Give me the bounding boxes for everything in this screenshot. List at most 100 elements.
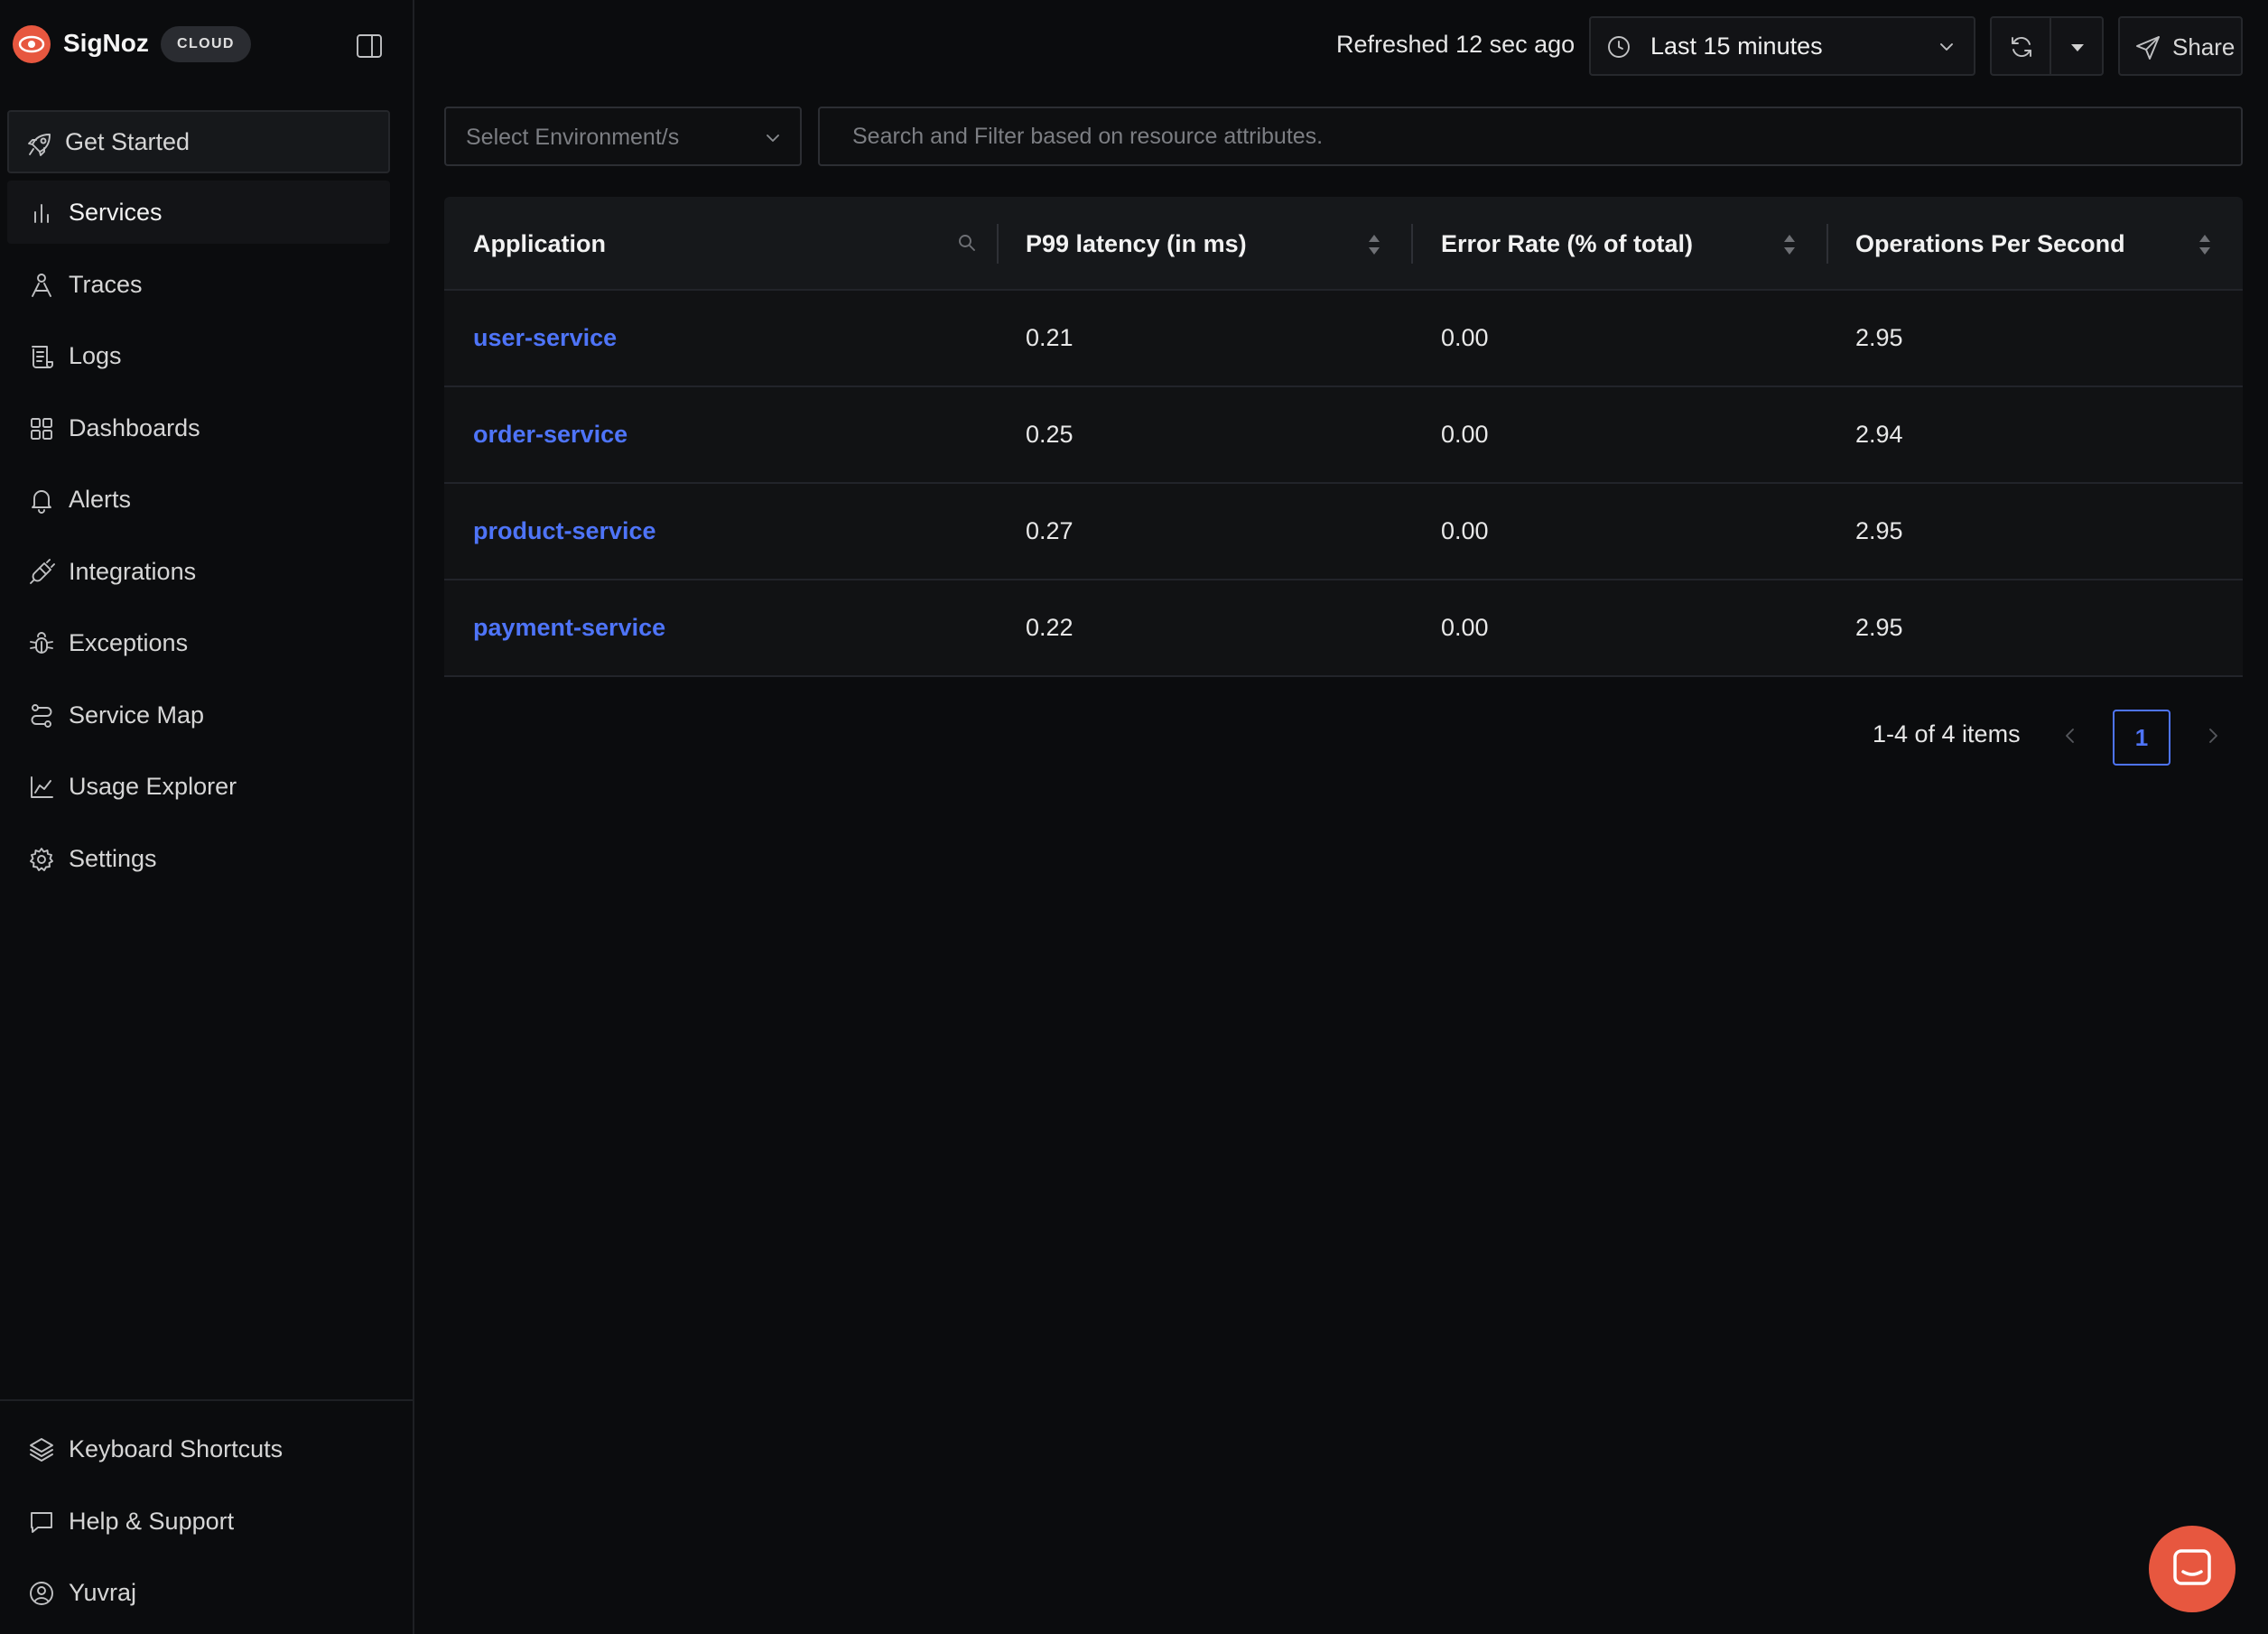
sidebar-item-label: Services — [69, 198, 163, 226]
sidebar-collapse-icon[interactable] — [354, 31, 385, 61]
plug-icon — [27, 558, 56, 587]
dashboard-grid-icon — [27, 414, 56, 443]
service-link[interactable]: order-service — [473, 387, 627, 482]
traces-icon — [27, 271, 56, 300]
p99-latency-cell: 0.22 — [1026, 614, 1074, 641]
refresh-interval-dropdown[interactable] — [2050, 16, 2104, 76]
sidebar-item-label: Help & Support — [69, 1507, 235, 1535]
sidebar-item-alerts[interactable]: Alerts — [7, 468, 390, 531]
error-rate-cell: 0.00 — [1441, 421, 1489, 448]
table-row: order-service 0.25 0.00 2.94 — [444, 387, 2243, 484]
logs-icon — [27, 342, 56, 371]
sidebar-item-label: Logs — [69, 341, 122, 369]
sidebar-item-label: Dashboards — [69, 413, 200, 441]
bug-icon — [27, 629, 56, 658]
brand-name: SigNoz — [63, 29, 149, 57]
sidebar-item-settings[interactable]: Settings — [7, 827, 390, 890]
column-header-application[interactable]: Application — [473, 197, 606, 291]
sidebar-item-services[interactable]: Services — [7, 181, 390, 244]
sidebar-item-help-support[interactable]: Help & Support — [7, 1490, 390, 1553]
area-chart-icon — [27, 773, 56, 802]
chevron-down-icon — [762, 127, 784, 149]
chevron-left-icon[interactable] — [2059, 722, 2082, 749]
refresh-button[interactable] — [1990, 16, 2051, 76]
sidebar-item-traces[interactable]: Traces — [7, 253, 390, 316]
sidebar-item-label: Service Map — [69, 701, 205, 729]
ops-cell: 2.95 — [1855, 517, 1903, 544]
search-icon[interactable] — [957, 233, 977, 253]
ops-cell: 2.94 — [1855, 421, 1903, 448]
sidebar: SigNoz CLOUD Get Started Services Traces… — [0, 0, 414, 1634]
chevron-right-icon[interactable] — [2201, 722, 2225, 749]
column-header-p99-latency[interactable]: P99 latency (in ms) — [1026, 197, 1247, 291]
environment-select[interactable]: Select Environment/s — [444, 107, 802, 166]
layers-icon — [27, 1435, 56, 1464]
sidebar-item-usage-explorer[interactable]: Usage Explorer — [7, 755, 390, 818]
signoz-logo-icon[interactable] — [13, 25, 51, 63]
user-circle-icon — [27, 1579, 56, 1608]
sidebar-item-label: Settings — [69, 844, 157, 872]
message-icon — [27, 1508, 56, 1537]
column-separator — [1411, 224, 1413, 264]
rocket-icon — [25, 130, 54, 159]
sort-icon[interactable] — [1782, 233, 1797, 256]
service-link[interactable]: product-service — [473, 484, 656, 579]
p99-latency-cell: 0.27 — [1026, 517, 1074, 544]
column-separator — [1826, 224, 1828, 264]
sort-icon[interactable] — [1367, 233, 1381, 256]
sidebar-item-label: Integrations — [69, 557, 197, 585]
plan-badge: CLOUD — [161, 26, 251, 62]
service-link[interactable]: user-service — [473, 291, 617, 385]
column-label: Application — [473, 229, 606, 257]
resource-search-input[interactable] — [818, 107, 2243, 166]
share-button[interactable]: Share — [2118, 16, 2243, 76]
services-table: Application P99 latency (in ms) Error Ra… — [444, 197, 2243, 677]
sidebar-item-service-map[interactable]: Service Map — [7, 683, 390, 747]
sidebar-item-label: Keyboard Shortcuts — [69, 1434, 284, 1462]
table-row: product-service 0.27 0.00 2.95 — [444, 484, 2243, 580]
sidebar-item-label: Get Started — [65, 127, 191, 155]
ops-cell: 2.95 — [1855, 614, 1903, 641]
p99-latency-cell: 0.25 — [1026, 421, 1074, 448]
pagination-summary: 1-4 of 4 items — [1873, 720, 2021, 747]
bell-icon — [27, 486, 56, 515]
sort-icon[interactable] — [2198, 233, 2212, 256]
sidebar-divider — [0, 1399, 414, 1401]
p99-latency-cell: 0.21 — [1026, 324, 1074, 351]
time-range-value: Last 15 minutes — [1650, 32, 1823, 60]
route-icon — [27, 701, 56, 730]
gear-icon — [27, 845, 56, 874]
chat-launcher-button[interactable] — [2149, 1526, 2235, 1612]
sidebar-item-keyboard-shortcuts[interactable]: Keyboard Shortcuts — [7, 1417, 390, 1481]
error-rate-cell: 0.00 — [1441, 324, 1489, 351]
error-rate-cell: 0.00 — [1441, 517, 1489, 544]
sidebar-item-user[interactable]: Yuvraj — [7, 1561, 390, 1624]
sidebar-item-get-started[interactable]: Get Started — [7, 110, 390, 173]
column-label: Operations Per Second — [1855, 229, 2125, 257]
error-rate-cell: 0.00 — [1441, 614, 1489, 641]
time-range-select[interactable]: Last 15 minutes — [1589, 16, 1975, 76]
column-header-operations-per-second[interactable]: Operations Per Second — [1855, 197, 2125, 291]
sidebar-item-integrations[interactable]: Integrations — [7, 540, 390, 603]
bar-chart-icon — [27, 199, 56, 227]
table-row: payment-service 0.22 0.00 2.95 — [444, 580, 2243, 677]
table-row: user-service 0.21 0.00 2.95 — [444, 291, 2243, 387]
environment-placeholder: Select Environment/s — [466, 125, 680, 150]
service-link[interactable]: payment-service — [473, 580, 665, 675]
column-label: P99 latency (in ms) — [1026, 229, 1247, 257]
sidebar-item-label: Yuvraj — [69, 1578, 137, 1606]
sidebar-item-label: Usage Explorer — [69, 772, 237, 800]
sidebar-item-dashboards[interactable]: Dashboards — [7, 396, 390, 460]
page-button[interactable]: 1 — [2113, 710, 2170, 766]
sidebar-item-label: Exceptions — [69, 628, 189, 656]
sidebar-item-label: Traces — [69, 270, 143, 298]
brand: SigNoz CLOUD — [13, 23, 410, 65]
table-header: Application P99 latency (in ms) Error Ra… — [444, 197, 2243, 291]
column-separator — [997, 224, 999, 264]
sidebar-item-logs[interactable]: Logs — [7, 324, 390, 387]
refresh-status: Refreshed 12 sec ago — [1336, 31, 1576, 58]
column-header-error-rate[interactable]: Error Rate (% of total) — [1441, 197, 1693, 291]
sidebar-item-exceptions[interactable]: Exceptions — [7, 611, 390, 674]
share-label: Share — [2172, 33, 2235, 60]
sidebar-item-label: Alerts — [69, 485, 132, 513]
